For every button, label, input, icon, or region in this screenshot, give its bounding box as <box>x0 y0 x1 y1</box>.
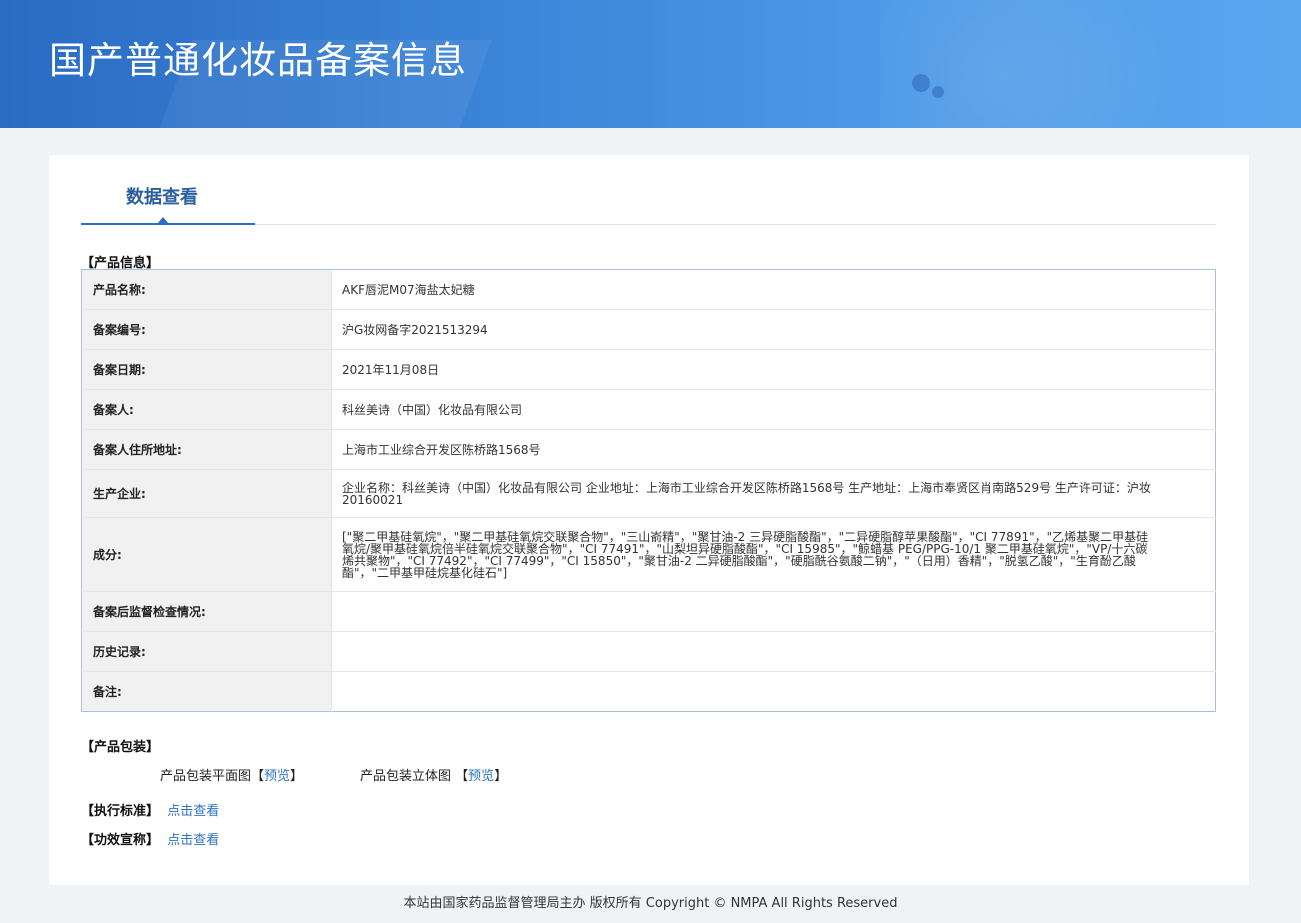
bracket: 【 <box>251 769 265 784</box>
info-row: 备案人住所地址: 上海市工业综合开发区陈桥路1568号 <box>81 429 1216 470</box>
section-packaging: 【产品包装】 <box>81 740 160 755</box>
standard-row: 【执行标准】 点击查看 <box>81 800 219 819</box>
bracket: 】 <box>494 769 508 784</box>
info-row-value: 沪G妆网备字2021513294 <box>331 309 1216 350</box>
info-row: 产品名称: AKF唇泥M07海盐太妃糖 <box>81 269 1216 310</box>
info-row: 备注: <box>81 671 1216 712</box>
info-row-label: 历史记录: <box>81 631 332 672</box>
info-row-value: 2021年11月08日 <box>331 349 1216 390</box>
info-row-value: AKF唇泥M07海盐太妃糖 <box>342 282 475 297</box>
info-row-label: 备案编号: <box>81 309 332 350</box>
packaging-flat-label: 产品包装平面图 <box>160 769 252 784</box>
info-row-label: 备案人住所地址: <box>81 429 332 470</box>
tab-bar: 数据查看 <box>81 155 1216 225</box>
packaging-solid-preview-link[interactable]: 预览 <box>468 769 494 784</box>
info-row-value <box>331 631 1216 672</box>
info-row: 备案编号: 沪G妆网备字2021513294 <box>81 309 1216 350</box>
info-row-label: 备案后监督检查情况: <box>81 591 332 632</box>
info-row-label: 备案日期: <box>81 349 332 390</box>
header-dot <box>912 74 930 92</box>
info-row-value: 企业名称：科丝美诗（中国）化妆品有限公司 企业地址：上海市工业综合开发区陈桥路1… <box>331 469 1216 518</box>
bracket: 【 <box>455 769 469 784</box>
info-row: 备案日期: 2021年11月08日 <box>81 349 1216 390</box>
tab-data-view[interactable]: 数据查看 <box>81 155 255 225</box>
efficacy-row: 【功效宣称】 点击查看 <box>81 829 219 848</box>
info-row-value: 科丝美诗（中国）化妆品有限公司 <box>331 389 1216 430</box>
packaging-solid: 产品包装立体图 【预览】 <box>360 765 507 784</box>
page-header: 国产普通化妆品备案信息 <box>0 0 1301 128</box>
info-row-value <box>331 591 1216 632</box>
header-glow <box>880 0 1300 128</box>
tab-label: 数据查看 <box>126 187 198 208</box>
efficacy-view-link[interactable]: 点击查看 <box>167 833 219 848</box>
info-row: 历史记录: <box>81 631 1216 672</box>
info-row: 备案人: 科丝美诗（中国）化妆品有限公司 <box>81 389 1216 430</box>
info-row-value: ["聚二甲基硅氧烷"，"聚二甲基硅氧烷交联聚合物"，"三山嵛精"，"聚甘油-2 … <box>331 517 1216 592</box>
header-dot <box>932 86 944 98</box>
info-row-label: 生产企业: <box>81 469 332 518</box>
info-row-label: 备注: <box>81 671 332 712</box>
page-title: 国产普通化妆品备案信息 <box>49 39 467 82</box>
info-row-value <box>331 671 1216 712</box>
packaging-flat: 产品包装平面图【预览】 <box>160 765 303 784</box>
info-row-label: 备案人: <box>81 389 332 430</box>
packaging-flat-preview-link[interactable]: 预览 <box>264 769 290 784</box>
product-info-table: 产品名称: AKF唇泥M07海盐太妃糖 备案编号: 沪G妆网备字2021513294 备… <box>81 269 1216 712</box>
page-footer: 本站由国家药品监督管理局主办 版权所有 Copyright © NMPA All… <box>403 896 898 911</box>
bracket: 】 <box>290 769 304 784</box>
content-card: 数据查看 【产品信息】 产品名称: AKF唇泥M07海盐太妃糖 备案编号: 沪G妆网备… <box>49 155 1249 885</box>
packaging-solid-label: 产品包装立体图 <box>360 769 452 784</box>
info-row: 备案后监督检查情况: <box>81 591 1216 632</box>
section-standard: 【执行标准】 <box>81 804 160 819</box>
tab-active-caret-icon <box>157 217 169 224</box>
info-row: 成分: ["聚二甲基硅氧烷"，"聚二甲基硅氧烷交联聚合物"，"三山嵛精"，"聚甘油… <box>81 517 1216 592</box>
section-efficacy: 【功效宣称】 <box>81 833 160 848</box>
standard-view-link[interactable]: 点击查看 <box>167 804 219 819</box>
info-row-label: 成分: <box>81 517 332 592</box>
info-row-value: 上海市工业综合开发区陈桥路1568号 <box>331 429 1216 470</box>
info-row: 生产企业: 企业名称：科丝美诗（中国）化妆品有限公司 企业地址：上海市工业综合开发… <box>81 469 1216 518</box>
info-row-label: 产品名称: <box>81 269 332 310</box>
